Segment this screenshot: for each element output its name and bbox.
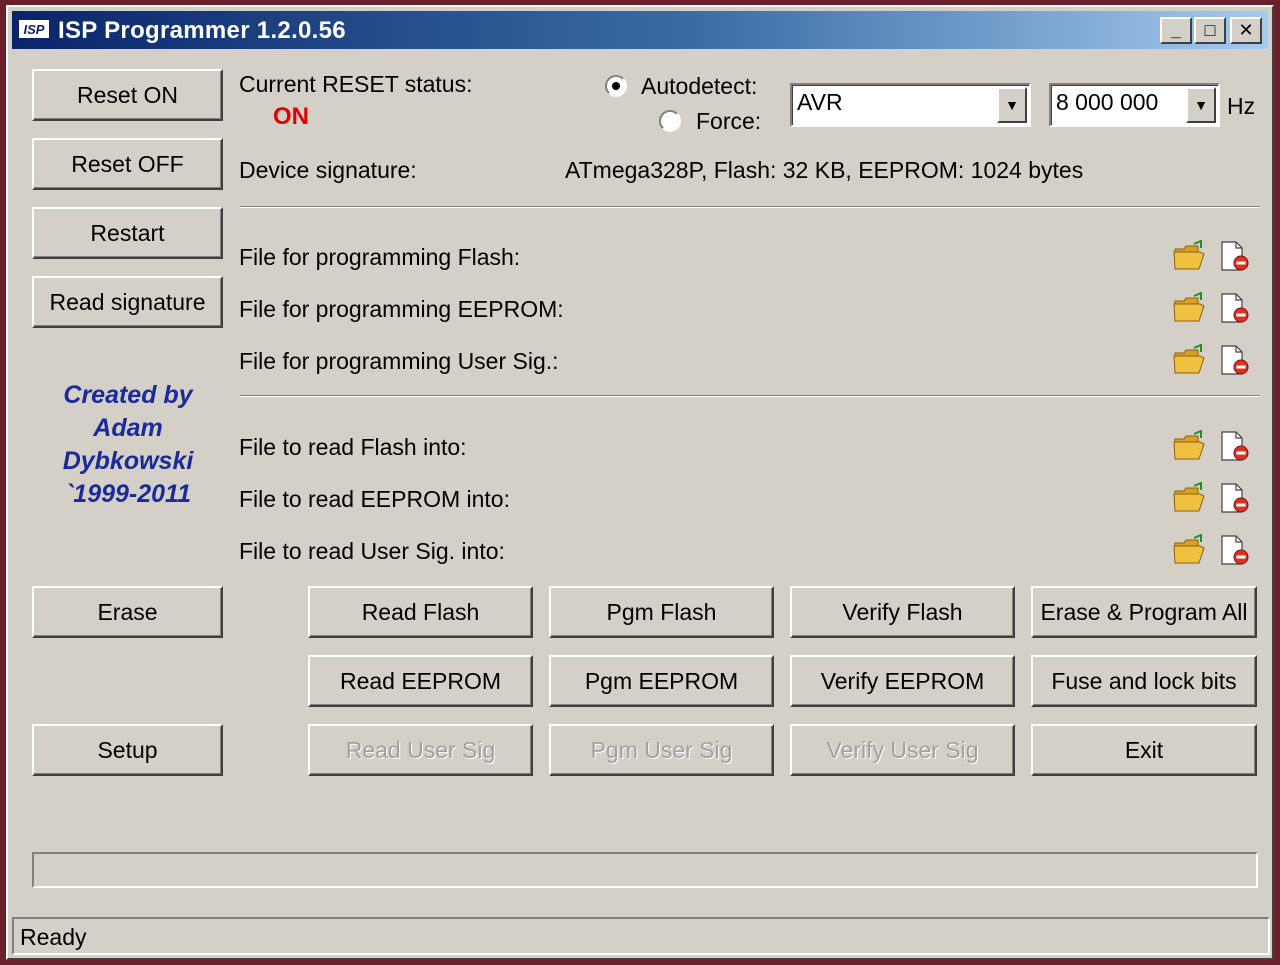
status-text: Ready: [20, 924, 87, 950]
maximize-button[interactable]: □: [1194, 17, 1226, 44]
frequency-unit-label: Hz: [1227, 93, 1256, 119]
status-bar: Ready: [12, 917, 1270, 955]
device-family-select[interactable]: AVR ▼: [790, 83, 1031, 127]
setup-button[interactable]: Setup: [32, 724, 223, 776]
read-signature-button[interactable]: Read signature: [32, 276, 223, 328]
read-flash-folder-open-icon[interactable]: [1172, 429, 1206, 462]
program-eeprom-document-delete-icon[interactable]: [1218, 292, 1252, 324]
restart-button[interactable]: Restart: [32, 207, 223, 259]
main-window: ISP ISP Programmer 1.2.0.56 _ □ ✕ Reset …: [6, 5, 1274, 960]
app-logo-icon: ISP: [18, 19, 50, 39]
pgm-user-sig-button[interactable]: Pgm User Sig: [549, 724, 774, 776]
autodetect-label: Autodetect:: [641, 73, 758, 99]
close-button[interactable]: ✕: [1230, 17, 1262, 44]
pgm-flash-button[interactable]: Pgm Flash: [549, 586, 774, 638]
erase-program-all-button[interactable]: Erase & Program All: [1031, 586, 1257, 638]
device-signature-label: Device signature:: [239, 157, 417, 183]
program-usersig-document-delete-icon[interactable]: [1218, 344, 1252, 376]
program-flash-document-delete-icon[interactable]: [1218, 240, 1252, 272]
frequency-select[interactable]: 8 000 000 ▼: [1049, 83, 1220, 127]
chevron-down-icon[interactable]: ▼: [997, 87, 1027, 123]
credits-line-2: Adam: [93, 414, 163, 442]
read-eeprom-file-label: File to read EEPROM into:: [239, 486, 510, 512]
read-user-sig-button[interactable]: Read User Sig: [308, 724, 533, 776]
fuse-lock-bits-button[interactable]: Fuse and lock bits: [1031, 655, 1257, 707]
exit-button[interactable]: Exit: [1031, 724, 1257, 776]
read-eeprom-folder-open-icon[interactable]: [1172, 481, 1206, 514]
verify-eeprom-button[interactable]: Verify EEPROM: [790, 655, 1015, 707]
read-flash-document-delete-icon[interactable]: [1218, 430, 1252, 462]
credits-line-1: Created by: [63, 381, 193, 409]
program-eeprom-file-label: File for programming EEPROM:: [239, 296, 564, 322]
chevron-down-icon[interactable]: ▼: [1186, 87, 1216, 123]
title-bar[interactable]: ISP ISP Programmer 1.2.0.56 _ □ ✕: [12, 11, 1268, 49]
force-radio[interactable]: [659, 110, 681, 132]
reset-off-button[interactable]: Reset OFF: [32, 138, 223, 190]
device-family-value: AVR: [797, 89, 843, 115]
credits-line-3: Dybkowski: [62, 447, 194, 475]
separator-middle: [240, 395, 1260, 397]
program-flash-folder-open-icon[interactable]: [1172, 239, 1206, 272]
program-usersig-folder-open-icon[interactable]: [1172, 343, 1206, 376]
reset-status-value: ON: [273, 103, 309, 130]
credits-line-4: `1999-2011: [64, 480, 192, 508]
read-flash-file-label: File to read Flash into:: [239, 434, 467, 460]
erase-button[interactable]: Erase: [32, 586, 223, 638]
read-usersig-folder-open-icon[interactable]: [1172, 533, 1206, 566]
read-usersig-document-delete-icon[interactable]: [1218, 534, 1252, 566]
progress-bar: [32, 852, 1258, 888]
verify-user-sig-button[interactable]: Verify User Sig: [790, 724, 1015, 776]
read-usersig-file-label: File to read User Sig. into:: [239, 538, 505, 564]
frequency-value: 8 000 000: [1056, 89, 1159, 115]
window-title: ISP Programmer 1.2.0.56: [58, 17, 346, 44]
program-flash-file-label: File for programming Flash:: [239, 244, 521, 270]
minimize-button[interactable]: _: [1160, 17, 1192, 44]
pgm-eeprom-button[interactable]: Pgm EEPROM: [549, 655, 774, 707]
device-signature-value: ATmega328P, Flash: 32 KB, EEPROM: 1024 b…: [565, 157, 1084, 183]
reset-status-label: Current RESET status:: [239, 71, 473, 97]
read-flash-button[interactable]: Read Flash: [308, 586, 533, 638]
credits-text: Created by Adam Dybkowski `1999-2011: [28, 379, 228, 511]
separator-top: [240, 206, 1260, 208]
read-eeprom-button[interactable]: Read EEPROM: [308, 655, 533, 707]
read-eeprom-document-delete-icon[interactable]: [1218, 482, 1252, 514]
program-eeprom-folder-open-icon[interactable]: [1172, 291, 1206, 324]
autodetect-radio[interactable]: [605, 75, 627, 97]
verify-flash-button[interactable]: Verify Flash: [790, 586, 1015, 638]
force-label: Force:: [696, 108, 762, 134]
program-usersig-file-label: File for programming User Sig.:: [239, 348, 559, 374]
radio-selected-dot: [612, 82, 620, 90]
reset-on-button[interactable]: Reset ON: [32, 69, 223, 121]
